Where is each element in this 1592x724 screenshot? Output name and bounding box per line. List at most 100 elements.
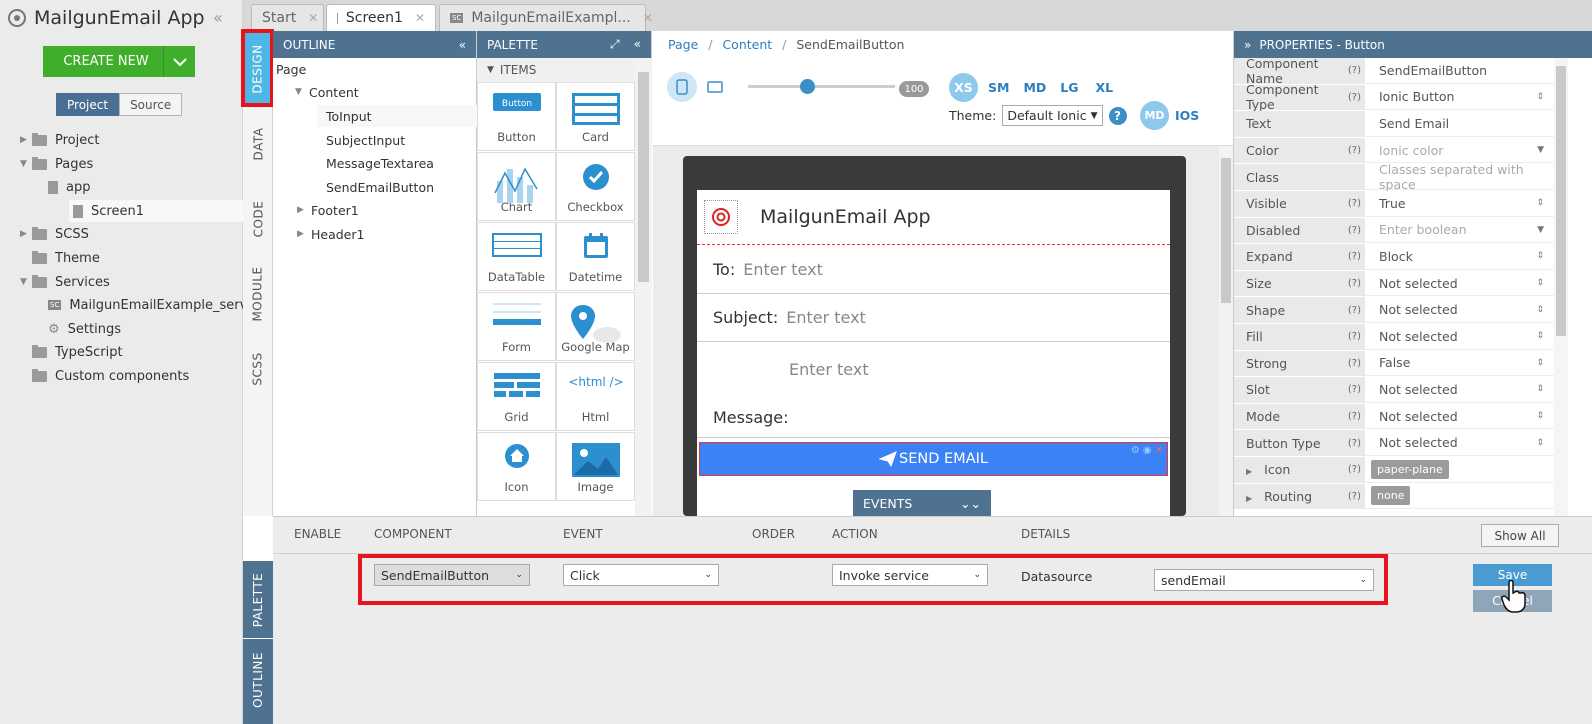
property-value[interactable]: Not selected ⇕	[1365, 403, 1554, 430]
close-icon[interactable]: ✕	[643, 11, 653, 25]
zoom-slider[interactable]	[748, 79, 895, 94]
show-all-button[interactable]: Show All	[1481, 524, 1559, 547]
message-textarea[interactable]: Enter text Message:	[697, 342, 1170, 438]
property-value[interactable]: False ⇕	[1365, 350, 1554, 377]
property-value[interactable]: Send Email	[1365, 111, 1554, 137]
property-chip[interactable]: paper-plane	[1371, 459, 1449, 479]
to-input[interactable]: To: Enter text	[697, 246, 1170, 294]
twisty-open-icon[interactable]: ▼	[20, 277, 32, 287]
platform-ios[interactable]: IOS	[1175, 108, 1199, 123]
twisty-closed-icon[interactable]: ▶	[1246, 467, 1252, 476]
help-icon[interactable]: (?)	[1348, 251, 1361, 262]
help-icon[interactable]: ?	[1108, 106, 1127, 125]
event-select[interactable]: Click ⌄	[563, 564, 719, 586]
palette-item-grid[interactable]: Grid	[477, 362, 556, 431]
palette-item-checkbox[interactable]: Checkbox	[556, 152, 635, 221]
scroll-thumb[interactable]	[638, 72, 649, 282]
help-icon[interactable]: (?)	[1348, 198, 1361, 209]
property-value[interactable]: Classes separated with space	[1365, 162, 1554, 192]
expand-panel-icon[interactable]: »	[1244, 38, 1251, 52]
theme-select[interactable]: Default Ionic ▼	[1002, 105, 1103, 126]
twisty-closed-icon[interactable]: ▶	[297, 229, 311, 239]
events-toggle[interactable]: EVENTS ⌄⌄	[853, 490, 991, 516]
property-value[interactable]: Block ⇕	[1365, 244, 1554, 270]
properties-scrollbar[interactable]	[1554, 58, 1568, 516]
tab-data[interactable]: DATA	[243, 111, 273, 176]
help-icon[interactable]: (?)	[1348, 65, 1361, 76]
datasource-select[interactable]: sendEmail ⌄	[1154, 569, 1374, 591]
canvas-scrollbar[interactable]	[1219, 146, 1233, 516]
help-icon[interactable]: (?)	[1348, 464, 1361, 475]
component-select[interactable]: SendEmailButton ⌄	[374, 564, 530, 586]
outline-item-footer1[interactable]: ▶ Footer1	[297, 199, 359, 221]
help-icon[interactable]: (?)	[1348, 491, 1361, 502]
palette-item-button[interactable]: Button Button	[477, 82, 556, 151]
expand-icon[interactable]: ⤢	[610, 37, 620, 52]
tree-item[interactable]: ▶ Project	[20, 129, 99, 151]
size-sm[interactable]: SM	[988, 80, 1009, 95]
palette-item-chart[interactable]: Chart	[477, 152, 556, 221]
tree-item[interactable]: ▶ SCSS	[20, 223, 89, 245]
property-value[interactable]: Not selected ⇕	[1365, 430, 1554, 456]
outline-item-toinput[interactable]: ToInput	[317, 105, 477, 127]
property-value[interactable]: Not selected ⇕	[1365, 297, 1554, 323]
scroll-thumb[interactable]	[1221, 158, 1231, 303]
close-icon[interactable]: ✕	[415, 11, 425, 25]
tree-item[interactable]: ▼ Pages	[20, 153, 93, 175]
property-value[interactable]: Not selected ⇕	[1365, 270, 1554, 297]
outline-item-header1[interactable]: ▶ Header1	[297, 223, 364, 245]
tree-item[interactable]: SC MailgunEmailExample_service	[48, 294, 266, 316]
tab-service[interactable]: SC MailgunEmailExampl... ✕	[439, 4, 653, 31]
tree-item[interactable]: Screen1	[69, 200, 243, 222]
property-value[interactable]: True ⇕	[1365, 191, 1554, 217]
collapse-icon[interactable]: «	[634, 37, 641, 52]
size-lg[interactable]: LG	[1060, 80, 1078, 95]
tree-item[interactable]: Custom components	[20, 365, 189, 387]
palette-item-google-map[interactable]: Google Map	[556, 292, 635, 361]
size-xs[interactable]: XS	[949, 73, 978, 102]
twisty-closed-icon[interactable]: ▶	[20, 229, 32, 239]
mobile-view-icon[interactable]	[667, 72, 697, 102]
subject-input[interactable]: Subject: Enter text	[697, 294, 1170, 342]
collapse-panel-icon[interactable]: «	[213, 8, 223, 27]
zoom-slider-handle[interactable]	[800, 79, 815, 94]
size-xl[interactable]: XL	[1096, 80, 1114, 95]
help-icon[interactable]: (?)	[1348, 384, 1361, 395]
property-value[interactable]: none	[1365, 483, 1554, 510]
tab-screen1[interactable]: Screen1 ✕	[326, 4, 436, 31]
property-value[interactable]: Enter boolean ▼	[1365, 217, 1554, 244]
property-value[interactable]: Ionic Button ⇕	[1365, 84, 1554, 111]
tree-item[interactable]: TypeScript	[20, 341, 123, 363]
palette-item-html[interactable]: <html /> Html	[556, 362, 635, 431]
create-new-button[interactable]: CREATE NEW	[43, 46, 195, 77]
collapse-icon[interactable]: «	[459, 38, 466, 52]
outline-item-subjectinput[interactable]: SubjectInput	[326, 129, 405, 151]
palette-section[interactable]: ▼ ITEMS	[477, 58, 635, 82]
tree-item[interactable]: Theme	[20, 247, 100, 269]
outline-item-messagetextarea[interactable]: MessageTextarea	[326, 152, 434, 174]
property-value[interactable]: paper-plane	[1365, 457, 1554, 483]
twisty-closed-icon[interactable]: ▶	[297, 205, 311, 215]
tree-item[interactable]: app	[48, 176, 90, 198]
mode-md-badge[interactable]: MD	[1140, 101, 1169, 130]
property-value[interactable]: SendEmailButton	[1365, 58, 1554, 84]
tab-code[interactable]: CODE	[243, 186, 273, 251]
send-email-button[interactable]: SEND EMAIL ⚙ ◉ ✕	[699, 442, 1168, 476]
help-icon[interactable]: (?)	[1348, 92, 1361, 103]
palette-item-datetime[interactable]: Datetime	[556, 222, 635, 291]
outline-item-content[interactable]: ▼ Content	[295, 81, 359, 103]
scroll-thumb[interactable]	[1556, 66, 1566, 336]
palette-item-image[interactable]: Image	[556, 432, 635, 501]
twisty-open-icon[interactable]: ▼	[20, 159, 32, 169]
help-icon[interactable]: (?)	[1348, 278, 1361, 289]
tree-item[interactable]: ⚙ Settings	[48, 318, 121, 340]
close-icon[interactable]: ✕	[1155, 445, 1163, 456]
outline-item-page[interactable]: Page	[276, 58, 306, 80]
project-tab[interactable]: Project	[56, 93, 120, 116]
help-icon[interactable]: (?)	[1348, 438, 1361, 449]
help-icon[interactable]: (?)	[1348, 145, 1361, 156]
property-value[interactable]: Ionic color ▼	[1365, 137, 1554, 164]
breadcrumb-page[interactable]: Page	[668, 37, 698, 52]
tab-outline[interactable]: OUTLINE	[243, 641, 273, 719]
help-icon[interactable]: (?)	[1348, 305, 1361, 316]
